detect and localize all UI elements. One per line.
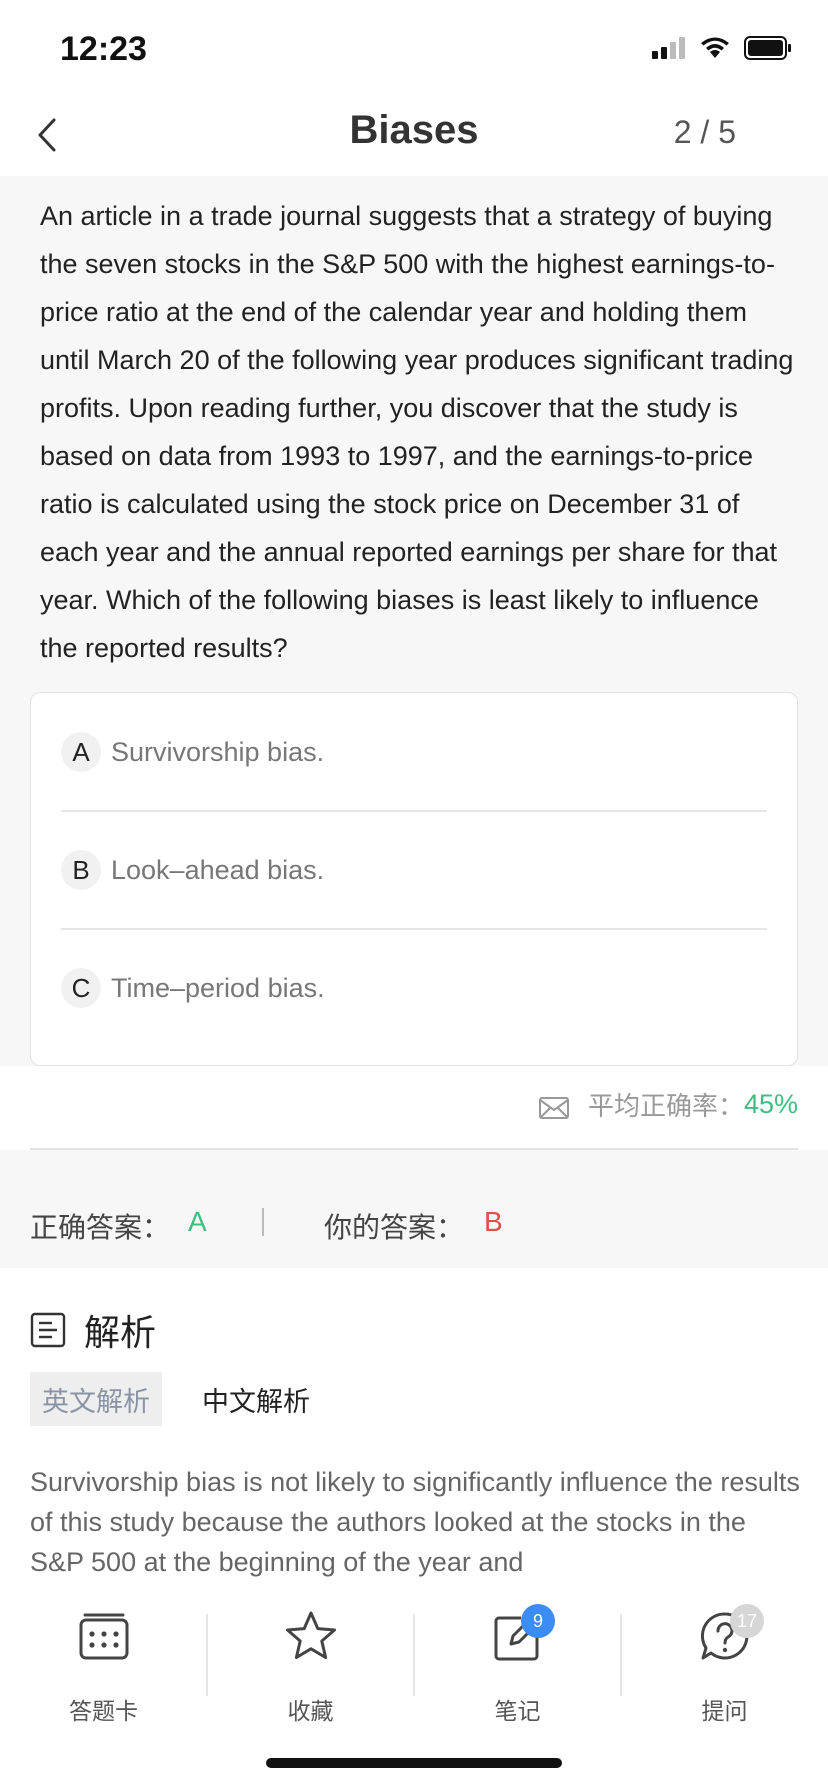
wifi-icon — [701, 37, 729, 58]
questions-badge: 17 — [730, 1604, 764, 1638]
analysis-header: 解析 — [30, 1304, 156, 1356]
nav-bar: Biases 2 / 5 — [0, 96, 828, 176]
answer-separator — [262, 1208, 264, 1236]
home-indicator — [266, 1758, 562, 1768]
ask-question-label: 提问 — [701, 1698, 748, 1724]
option-letter: B — [61, 850, 101, 890]
correct-answer-label: 正确答案： — [30, 1212, 171, 1243]
battery-icon — [744, 36, 791, 60]
status-icons — [652, 36, 792, 60]
stats-row: 平均正确率： 45% — [0, 1066, 828, 1146]
user-answer-value: B — [484, 1206, 503, 1237]
notes-badge: 9 — [521, 1604, 555, 1638]
question-progress: 2 / 5 — [673, 114, 736, 150]
mail-icon — [538, 1096, 569, 1119]
status-bar: 12:23 — [0, 0, 828, 96]
option-c[interactable]: C Time–period bias. — [61, 929, 767, 1047]
analysis-title: 解析 — [84, 1312, 157, 1353]
status-time: 12:23 — [60, 30, 147, 68]
favorite-label: 收藏 — [287, 1698, 334, 1724]
analysis-tabs: 英文解析 中文解析 — [30, 1372, 322, 1426]
tab-english-analysis[interactable]: 英文解析 — [30, 1372, 162, 1426]
notes-button[interactable]: 9 笔记 — [414, 1604, 621, 1740]
analysis-text: Survivorship bias is not likely to signi… — [30, 1467, 800, 1577]
answer-row: 正确答案： A 你的答案： B — [0, 1150, 828, 1268]
accuracy-value: 45% — [743, 1089, 798, 1119]
option-text: Look–ahead bias. — [111, 854, 325, 885]
signal-icon — [652, 37, 685, 59]
option-letter: C — [61, 968, 101, 1008]
accuracy-stat: 平均正确率： 45% — [538, 1086, 798, 1123]
favorite-button[interactable]: 收藏 — [207, 1610, 414, 1740]
notes-label: 笔记 — [494, 1698, 541, 1724]
option-letter: A — [61, 732, 101, 772]
star-icon — [286, 1611, 336, 1659]
option-a[interactable]: A Survivorship bias. — [61, 693, 767, 811]
correct-answer-value: A — [188, 1206, 207, 1237]
option-text: Time–period bias. — [111, 972, 325, 1003]
ask-question-button[interactable]: 17 提问 — [621, 1604, 828, 1740]
answer-card-icon — [79, 1613, 129, 1660]
option-text: Survivorship bias. — [111, 736, 325, 767]
question-area: An article in a trade journal suggests t… — [0, 176, 828, 1066]
options-card: A Survivorship bias. B Look–ahead bias. … — [30, 692, 798, 1066]
tab-chinese-analysis[interactable]: 中文解析 — [190, 1372, 322, 1426]
accuracy-label: 平均正确率： — [587, 1091, 744, 1121]
answer-card-button[interactable]: 答题卡 — [0, 1610, 207, 1740]
user-answer-label: 你的答案： — [324, 1212, 465, 1243]
document-icon — [30, 1312, 66, 1348]
option-b[interactable]: B Look–ahead bias. — [61, 811, 767, 929]
answer-card-label: 答题卡 — [69, 1698, 138, 1724]
question-text: An article in a trade journal suggests t… — [40, 201, 794, 663]
